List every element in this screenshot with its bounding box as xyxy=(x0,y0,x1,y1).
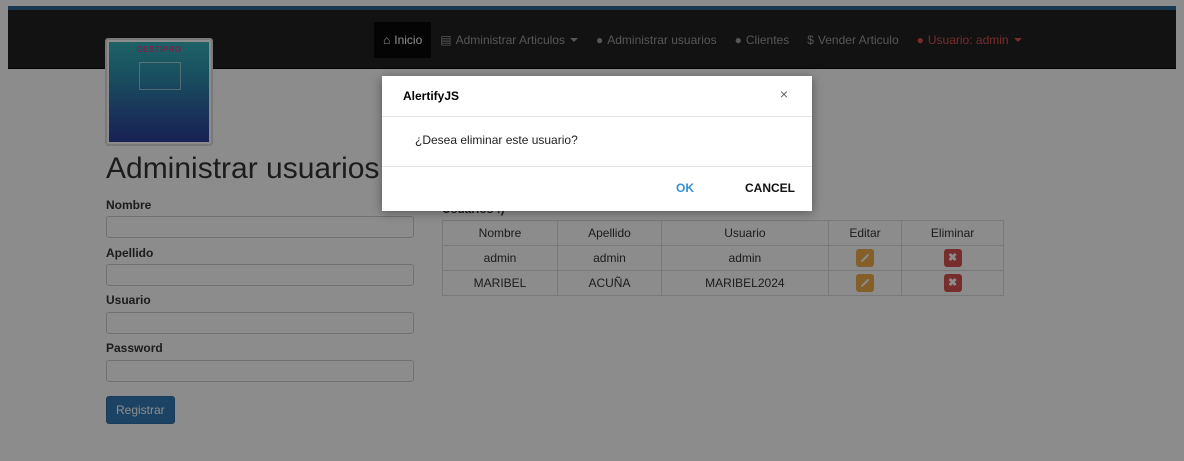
dialog-title: AlertifyJS xyxy=(403,89,460,103)
dialog-footer: OK CANCEL xyxy=(382,166,812,211)
confirm-dialog: AlertifyJS × ¿Desea eliminar este usuari… xyxy=(382,76,812,211)
cancel-button[interactable]: CANCEL xyxy=(739,179,801,197)
modal-overlay[interactable] xyxy=(0,0,1184,461)
ok-button[interactable]: OK xyxy=(670,179,700,197)
dialog-header: AlertifyJS × xyxy=(382,76,812,117)
close-icon[interactable]: × xyxy=(780,85,788,103)
dialog-message: ¿Desea eliminar este usuario? xyxy=(415,133,578,147)
